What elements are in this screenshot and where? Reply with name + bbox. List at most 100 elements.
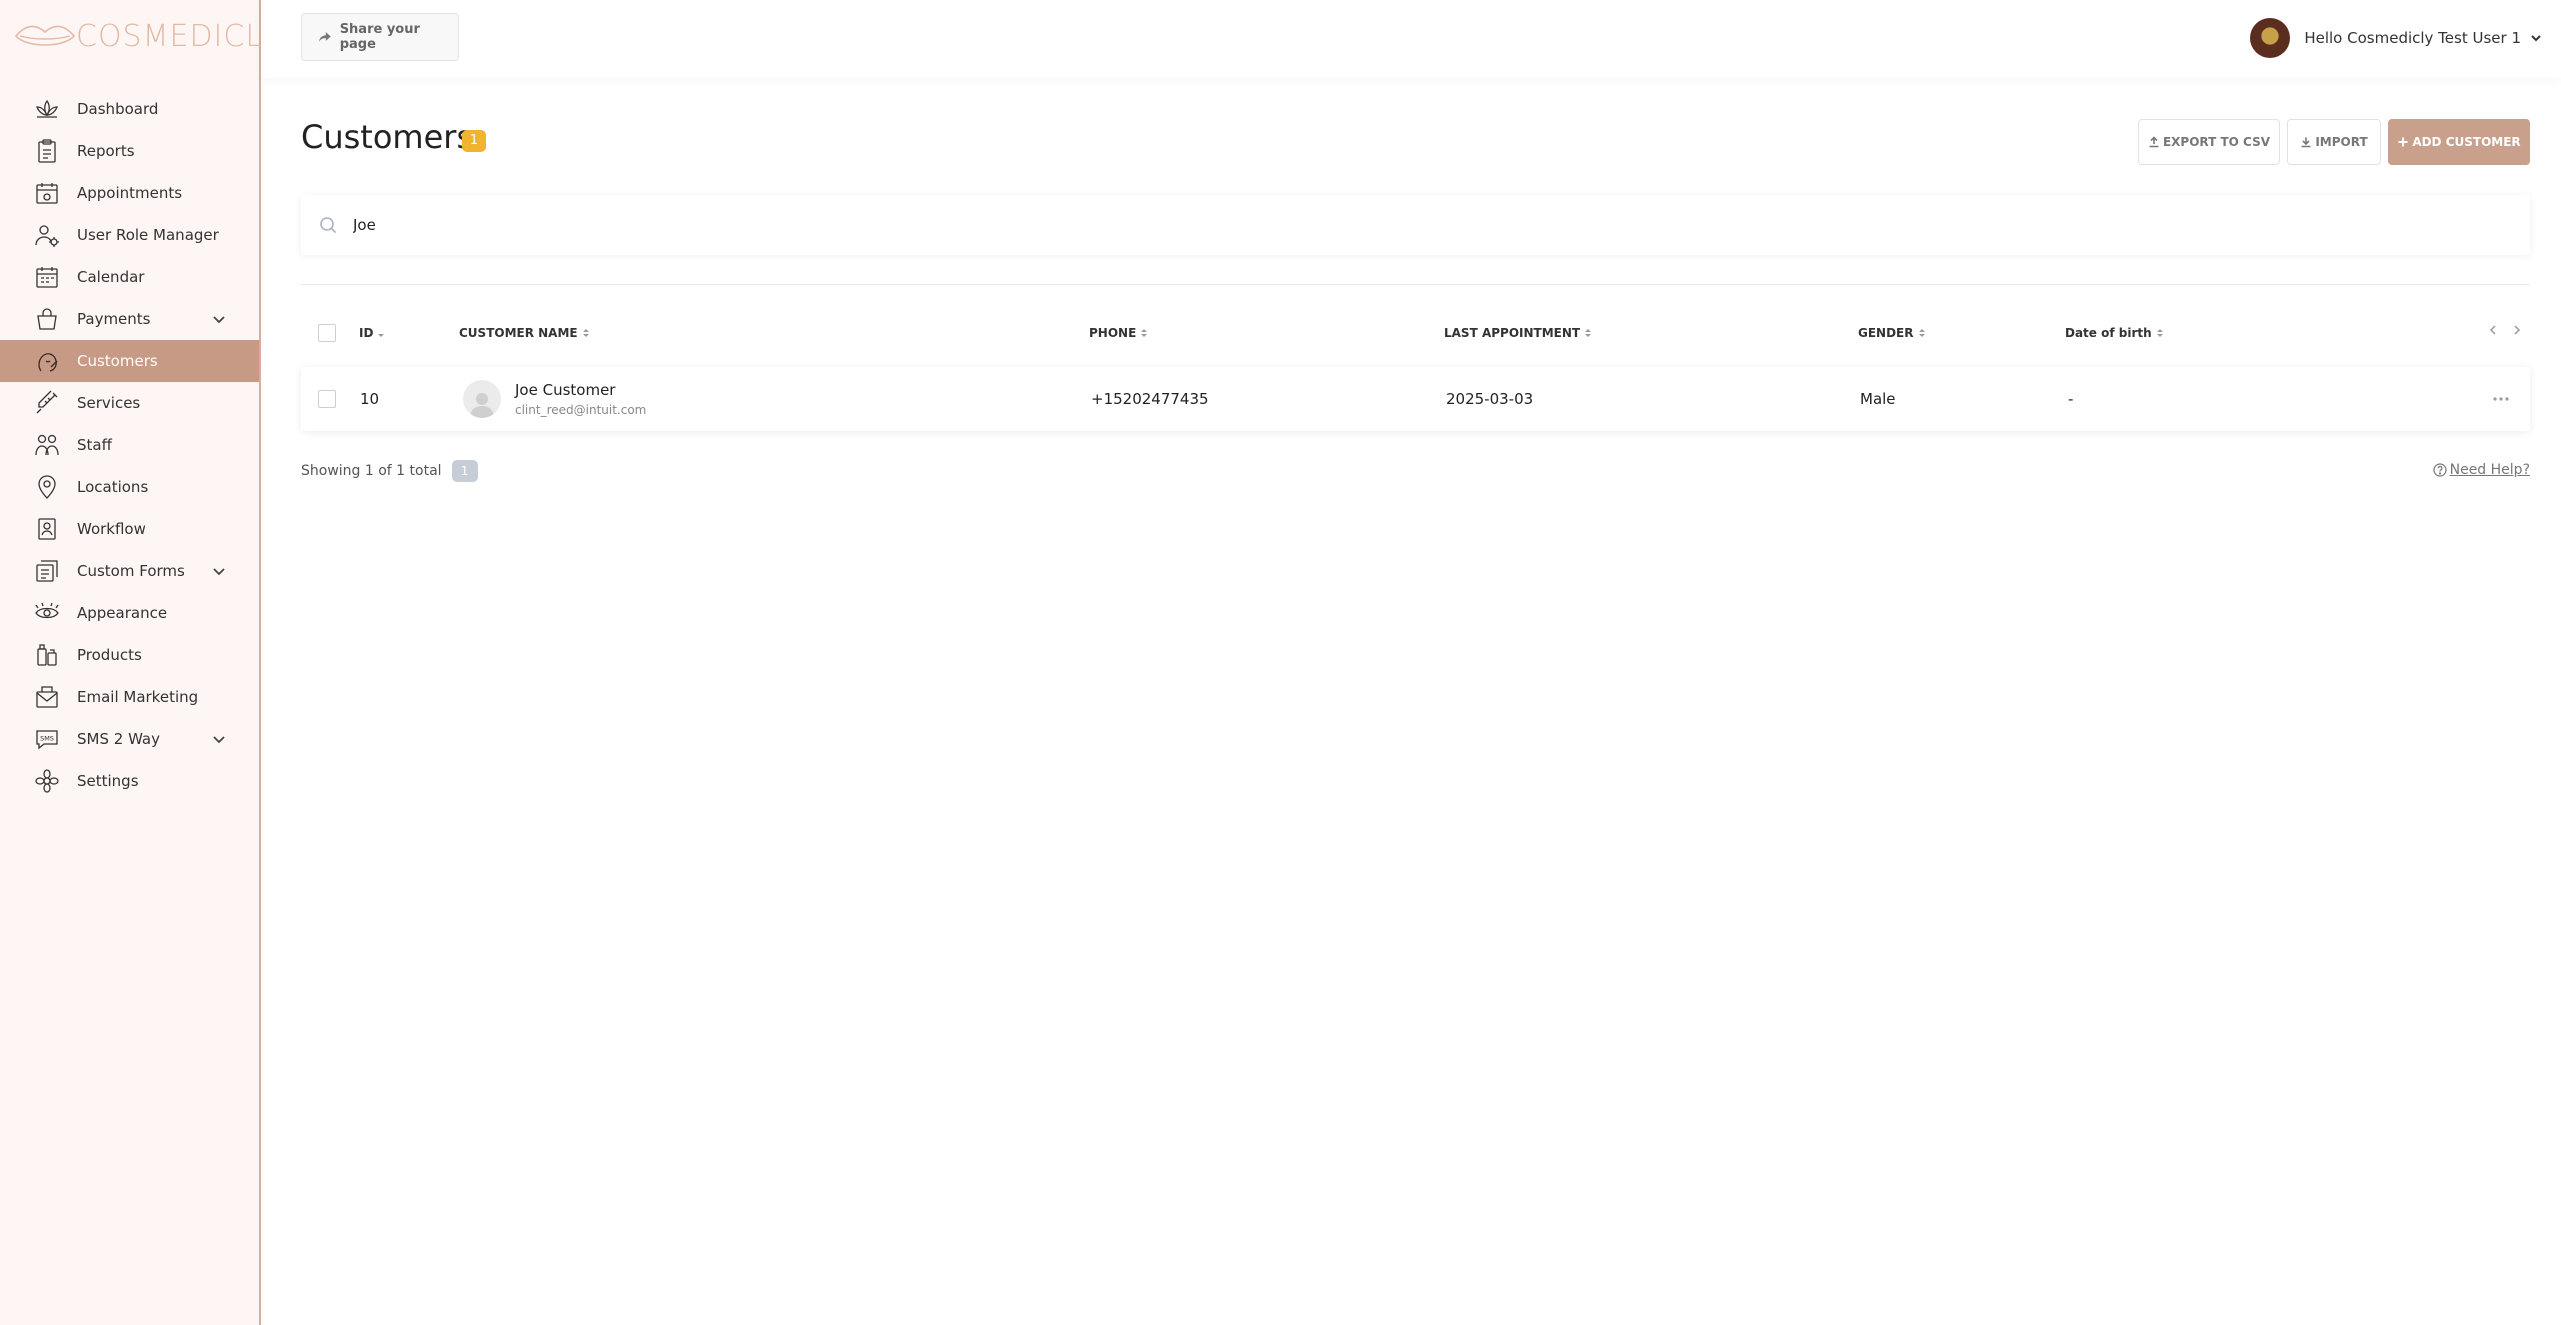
sidebar-item-customers[interactable]: Customers [0, 340, 259, 382]
sidebar-item-label: Appointments [77, 184, 183, 202]
customer-last-appointment: 2025-03-03 [1446, 390, 1534, 408]
clipboard-icon [32, 136, 62, 166]
sidebar-item-reports[interactable]: Reports [0, 130, 259, 172]
sms-icon-text: SMS [40, 735, 54, 743]
sidebar-item-locations[interactable]: Locations [0, 466, 259, 508]
sidebar-item-payments[interactable]: Payments [0, 298, 259, 340]
export-csv-label: EXPORT TO CSV [2162, 135, 2271, 149]
need-help-link[interactable]: Need Help? [2433, 462, 2530, 478]
column-header-label: ID [359, 326, 374, 340]
user-menu[interactable]: Hello Cosmedicly Test User 1 [2250, 18, 2543, 58]
add-customer-label: ADD CUSTOMER [2412, 135, 2521, 149]
sidebar-item-label: Products [77, 646, 142, 664]
sidebar-nav: Dashboard Reports Appointments User Role… [0, 88, 259, 802]
handbag-icon [32, 304, 62, 334]
syringe-icon [32, 388, 62, 418]
page-title: Customers [301, 118, 474, 156]
add-customer-button[interactable]: ADD CUSTOMER [2388, 119, 2530, 165]
sidebar-item-label: Appearance [77, 604, 168, 622]
email-icon [32, 682, 62, 712]
column-header-phone[interactable]: PHONE [1089, 326, 1148, 340]
user-greeting[interactable]: Hello Cosmedicly Test User 1 [2304, 29, 2521, 47]
sidebar-item-services[interactable]: Services [0, 382, 259, 424]
search-input[interactable] [353, 216, 953, 234]
sidebar-item-label: User Role Manager [77, 226, 219, 244]
table-row[interactable]: 10 Joe Customer clint_reed@intuit.com +1… [301, 367, 2530, 431]
sidebar-item-user-role-manager[interactable]: User Role Manager [0, 214, 259, 256]
share-page-button[interactable]: Share your page [301, 13, 459, 61]
brand-logo[interactable]: COSMEDICLY [14, 16, 278, 56]
column-header-last-appointment[interactable]: LAST APPOINTMENT [1444, 326, 1592, 340]
chevron-down-icon[interactable] [211, 563, 227, 579]
sidebar-item-email-marketing[interactable]: Email Marketing [0, 676, 259, 718]
chevron-down-icon[interactable] [211, 311, 227, 327]
column-header-id[interactable]: ID [359, 326, 385, 340]
column-header-label: LAST APPOINTMENT [1444, 326, 1581, 340]
customer-face-icon [32, 346, 62, 376]
sidebar-item-appointments[interactable]: Appointments [0, 172, 259, 214]
sidebar-item-label: Email Marketing [77, 688, 199, 706]
sidebar-item-staff[interactable]: Staff [0, 424, 259, 466]
customer-phone: +15202477435 [1091, 390, 1209, 408]
sidebar-item-label: Staff [77, 436, 112, 454]
avatar[interactable] [2250, 18, 2291, 58]
customer-name[interactable]: Joe Customer [515, 381, 646, 399]
sidebar-item-calendar[interactable]: Calendar [0, 256, 259, 298]
need-help-label: Need Help? [2449, 462, 2530, 478]
sidebar-item-label: SMS 2 Way [77, 730, 161, 748]
column-header-label: Date of birth [2065, 326, 2152, 340]
question-circle-icon [2433, 463, 2447, 477]
appointment-calendar-icon [32, 178, 62, 208]
topbar: Share your page Hello Cosmedicly Test Us… [261, 0, 2561, 78]
share-page-label: Share your page [339, 22, 420, 52]
sidebar-item-sms-2-way[interactable]: SMS SMS 2 Way [0, 718, 259, 760]
sidebar-item-label: Custom Forms [77, 562, 185, 580]
sidebar-item-label: Customers [77, 352, 158, 370]
chevron-right-icon[interactable] [2512, 324, 2522, 336]
plus-icon [2398, 137, 2408, 147]
sort-icon [1918, 329, 1925, 337]
sidebar-item-dashboard[interactable]: Dashboard [0, 88, 259, 130]
sidebar-item-custom-forms[interactable]: Custom Forms [0, 550, 259, 592]
search-bar [301, 195, 2530, 255]
sidebar-item-label: Dashboard [77, 100, 159, 118]
divider [301, 284, 2530, 285]
sort-icon [582, 329, 589, 337]
sort-icon [1141, 329, 1148, 337]
column-scroll-arrows [2488, 324, 2522, 336]
sidebar-item-settings[interactable]: Settings [0, 760, 259, 802]
table-header: ID CUSTOMER NAME PHONE LAST APPOINTMENT … [301, 320, 2530, 350]
column-header-gender[interactable]: GENDER [1858, 326, 1926, 340]
sidebar-item-workflow[interactable]: Workflow [0, 508, 259, 550]
chevron-down-icon[interactable] [2529, 31, 2543, 45]
flower-settings-icon [32, 766, 62, 796]
export-csv-button[interactable]: EXPORT TO CSV [2138, 119, 2280, 165]
row-checkbox[interactable] [318, 390, 336, 408]
sidebar-item-products[interactable]: Products [0, 634, 259, 676]
import-button[interactable]: IMPORT [2287, 119, 2381, 165]
sms-icon: SMS [32, 724, 62, 754]
column-header-customer-name[interactable]: CUSTOMER NAME [459, 326, 590, 340]
user-role-icon [32, 220, 62, 250]
sidebar-item-label: Services [77, 394, 141, 412]
pagination-summary: Showing 1 of 1 total 1 [301, 460, 478, 482]
page-number-button[interactable]: 1 [451, 460, 478, 482]
forms-icon [32, 556, 62, 586]
customer-name-cell[interactable]: Joe Customer clint_reed@intuit.com [463, 367, 646, 431]
select-all-checkbox[interactable] [318, 324, 336, 342]
chevron-left-icon[interactable] [2488, 324, 2498, 336]
sidebar-item-label: Workflow [77, 520, 146, 538]
more-options-icon[interactable] [2490, 389, 2512, 409]
sidebar-item-label: Payments [77, 310, 151, 328]
sidebar: COSMEDICLY Dashboard Reports Appointment… [0, 0, 277, 1325]
chevron-down-icon[interactable] [211, 731, 227, 747]
showing-text: Showing 1 of 1 total [301, 463, 442, 479]
sidebar-item-label: Calendar [77, 268, 145, 286]
share-arrow-icon [318, 32, 331, 42]
lips-logo-icon [14, 25, 76, 46]
column-header-date-of-birth[interactable]: Date of birth [2065, 326, 2164, 340]
sort-desc-icon [378, 334, 385, 337]
workflow-icon [32, 514, 62, 544]
calendar-icon [32, 262, 62, 292]
sidebar-item-appearance[interactable]: Appearance [0, 592, 259, 634]
